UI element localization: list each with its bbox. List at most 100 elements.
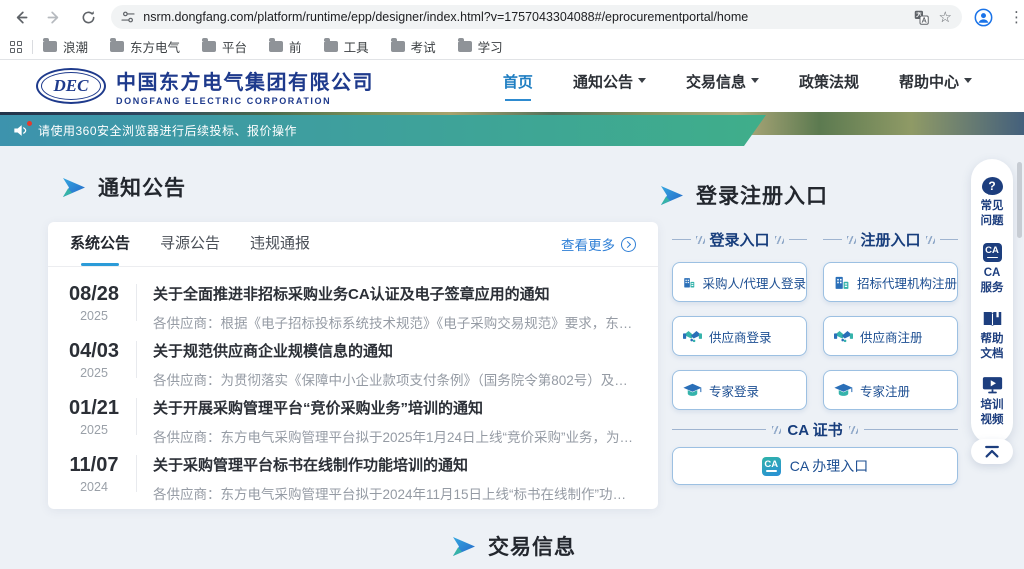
bookmark-label: 前 — [289, 37, 302, 56]
ca-section-header: CA 证书 — [672, 419, 958, 440]
profile-icon[interactable] — [974, 8, 993, 27]
tab-sourcing-notices[interactable]: 寻源公告 — [160, 222, 220, 266]
notice-tabbar: 系统公告 寻源公告 违规通报 查看更多 — [48, 222, 658, 267]
bookmark-folder[interactable]: 浪潮 — [43, 37, 88, 56]
app-window: nsrm.dongfang.com/platform/runtime/epp/d… — [0, 0, 1024, 569]
notice-row[interactable]: 08/282025 关于全面推进非招标采购业务CA认证及电子签章应用的通知各供应… — [48, 274, 658, 331]
speaker-icon — [13, 123, 31, 139]
expert-register-button[interactable]: 专家注册 — [823, 370, 958, 410]
bookmark-folder[interactable]: 工具 — [324, 37, 369, 56]
login-column-header: 登录入口 — [672, 229, 807, 250]
url-text: nsrm.dongfang.com/platform/runtime/epp/d… — [143, 10, 903, 24]
notice-title[interactable]: 关于规范供应商企业规模信息的通知 — [153, 340, 638, 361]
question-bubble-icon: ? — [982, 177, 1003, 195]
forward-icon[interactable] — [42, 4, 68, 30]
ca-apply-button[interactable]: CA CA 办理入口 — [672, 447, 958, 485]
translate-icon[interactable] — [914, 10, 929, 25]
ca-badge-icon: CA — [762, 457, 781, 476]
login-section-title: 登录注册入口 — [660, 180, 828, 210]
reload-icon[interactable] — [76, 4, 102, 30]
notice-date: 01/21 — [62, 397, 126, 420]
bookmark-folder[interactable]: 考试 — [391, 37, 436, 56]
bookmark-label: 学习 — [478, 37, 503, 56]
ca-badge-icon: CA — [983, 243, 1002, 262]
notice-title[interactable]: 关于开展采购管理平台“竞价采购业务”培训的通知 — [153, 397, 638, 418]
bookmark-label: 平台 — [222, 37, 247, 56]
nav-help-center[interactable]: 帮助中心 — [899, 71, 972, 101]
entry-headers: 登录入口 注册入口 — [672, 229, 958, 250]
trade-section-title: 交易信息 — [452, 531, 576, 561]
notice-list: 08/28 2025 关于全面推进非招标采购业务CA认证及电子签章应用的通知各供应… — [48, 267, 658, 502]
notice-year: 2025 — [62, 309, 126, 323]
bookmark-folder[interactable]: 东方电气 — [110, 37, 180, 56]
notice-year: 2024 — [62, 480, 126, 494]
button-label: 供应商登录 — [709, 327, 772, 346]
building-icon — [683, 274, 696, 291]
sidebar-item-ca-service[interactable]: CA CA服务 — [979, 236, 1005, 303]
apps-grid-icon[interactable] — [10, 41, 22, 53]
register-column-header: 注册入口 — [823, 229, 958, 250]
chevron-down-icon — [638, 78, 646, 87]
button-label: 招标代理机构注册 — [857, 273, 957, 292]
notice-year: 2025 — [62, 423, 126, 437]
section-arrow-icon — [62, 178, 86, 197]
bookmark-folder[interactable]: 平台 — [202, 37, 247, 56]
notice-row[interactable]: 04/03 2025 关于规范供应商企业规模信息的通知各供应商：为贯彻落实《保障中… — [48, 331, 658, 388]
company-logo[interactable]: DEC 中国东方电气集团有限公司 DONGFANG ELECTRIC CORPO… — [36, 66, 374, 106]
main-nav: 首页 通知公告 交易信息 政策法规 帮助中心 — [503, 71, 972, 101]
notice-desc: 各供应商：东方电气采购管理平台拟于2024年11月15日上线“标书在线制作”功能… — [153, 483, 638, 503]
supplier-register-button[interactable]: 供应商注册 — [823, 316, 958, 356]
page-scrollbar[interactable] — [1017, 162, 1022, 238]
bidding-agency-register-button[interactable]: 招标代理机构注册 — [823, 262, 958, 302]
tab-violation-reports[interactable]: 违规通报 — [250, 222, 310, 266]
graduation-cap-icon — [834, 383, 853, 398]
training-video-icon — [982, 376, 1003, 394]
button-label: 采购人/代理人登录 — [703, 273, 806, 292]
view-more-link[interactable]: 查看更多 — [561, 234, 636, 254]
notice-year: 2025 — [62, 366, 126, 380]
url-bar[interactable]: nsrm.dongfang.com/platform/runtime/epp/d… — [111, 5, 962, 29]
building-icon — [834, 274, 850, 291]
back-icon[interactable] — [8, 4, 34, 30]
section-arrow-icon — [660, 186, 684, 205]
tab-system-notices[interactable]: 系统公告 — [70, 222, 130, 266]
folder-icon — [202, 41, 216, 52]
nav-trade-info[interactable]: 交易信息 — [686, 71, 759, 101]
supplier-login-button[interactable]: 供应商登录 — [672, 316, 807, 356]
button-label: 专家注册 — [860, 381, 910, 400]
folder-icon — [458, 41, 472, 52]
company-name-cn: 中国东方电气集团有限公司 — [116, 66, 374, 95]
sidebar-item-help-docs[interactable]: 帮助文档 — [979, 303, 1005, 369]
nav-notices[interactable]: 通知公告 — [573, 71, 646, 101]
notice-date: 04/03 — [62, 340, 126, 363]
expert-login-button[interactable]: 专家登录 — [672, 370, 807, 410]
bookmark-label: 浪潮 — [63, 37, 88, 56]
quick-sidebar: ? 常见问题 CA CA服务 帮助文档 培训视频 — [971, 159, 1013, 444]
notice-date: 08/28 — [62, 283, 126, 306]
bookmark-star-icon[interactable]: ☆ — [939, 8, 952, 26]
collapse-sidebar-button[interactable] — [971, 439, 1013, 464]
notice-title[interactable]: 关于全面推进非招标采购业务CA认证及电子签章应用的通知 — [153, 283, 638, 304]
notice-desc: 各供应商：东方电气采购管理平台拟于2025年1月24日上线“竞价采购”业务，为帮… — [153, 426, 638, 446]
divider — [136, 341, 137, 378]
notice-row[interactable]: 01/21 2025 关于开展采购管理平台“竞价采购业务”培训的通知各供应商：东方… — [48, 388, 658, 445]
folder-icon — [269, 41, 283, 52]
button-label: 专家登录 — [709, 381, 759, 400]
sidebar-item-label: 培训视频 — [979, 398, 1005, 428]
notice-title[interactable]: 关于采购管理平台标书在线制作功能培训的通知 — [153, 454, 638, 475]
bookmark-folder[interactable]: 学习 — [458, 37, 503, 56]
sidebar-item-training-videos[interactable]: 培训视频 — [979, 369, 1005, 435]
button-label: CA 办理入口 — [790, 456, 869, 476]
company-name-en: DONGFANG ELECTRIC CORPORATION — [116, 96, 374, 106]
notice-desc: 各供应商：为贯彻落实《保障中小企业款项支付条例》（国务院令第802号）及《中小企… — [153, 369, 638, 389]
nav-policies[interactable]: 政策法规 — [799, 71, 859, 101]
browser-toolbar: nsrm.dongfang.com/platform/runtime/epp/d… — [0, 0, 1024, 34]
site-settings-icon[interactable] — [121, 10, 135, 24]
notice-row[interactable]: 11/072024 关于采购管理平台标书在线制作功能培训的通知各供应商：东方电气… — [48, 445, 658, 502]
sidebar-item-label: CA服务 — [979, 266, 1005, 296]
nav-home[interactable]: 首页 — [503, 71, 533, 101]
bookmark-folder[interactable]: 前 — [269, 37, 302, 56]
sidebar-item-faq[interactable]: ? 常见问题 — [979, 170, 1005, 236]
buyer-agent-login-button[interactable]: 采购人/代理人登录 — [672, 262, 807, 302]
chrome-menu-icon[interactable]: ⋮ — [1009, 8, 1024, 26]
